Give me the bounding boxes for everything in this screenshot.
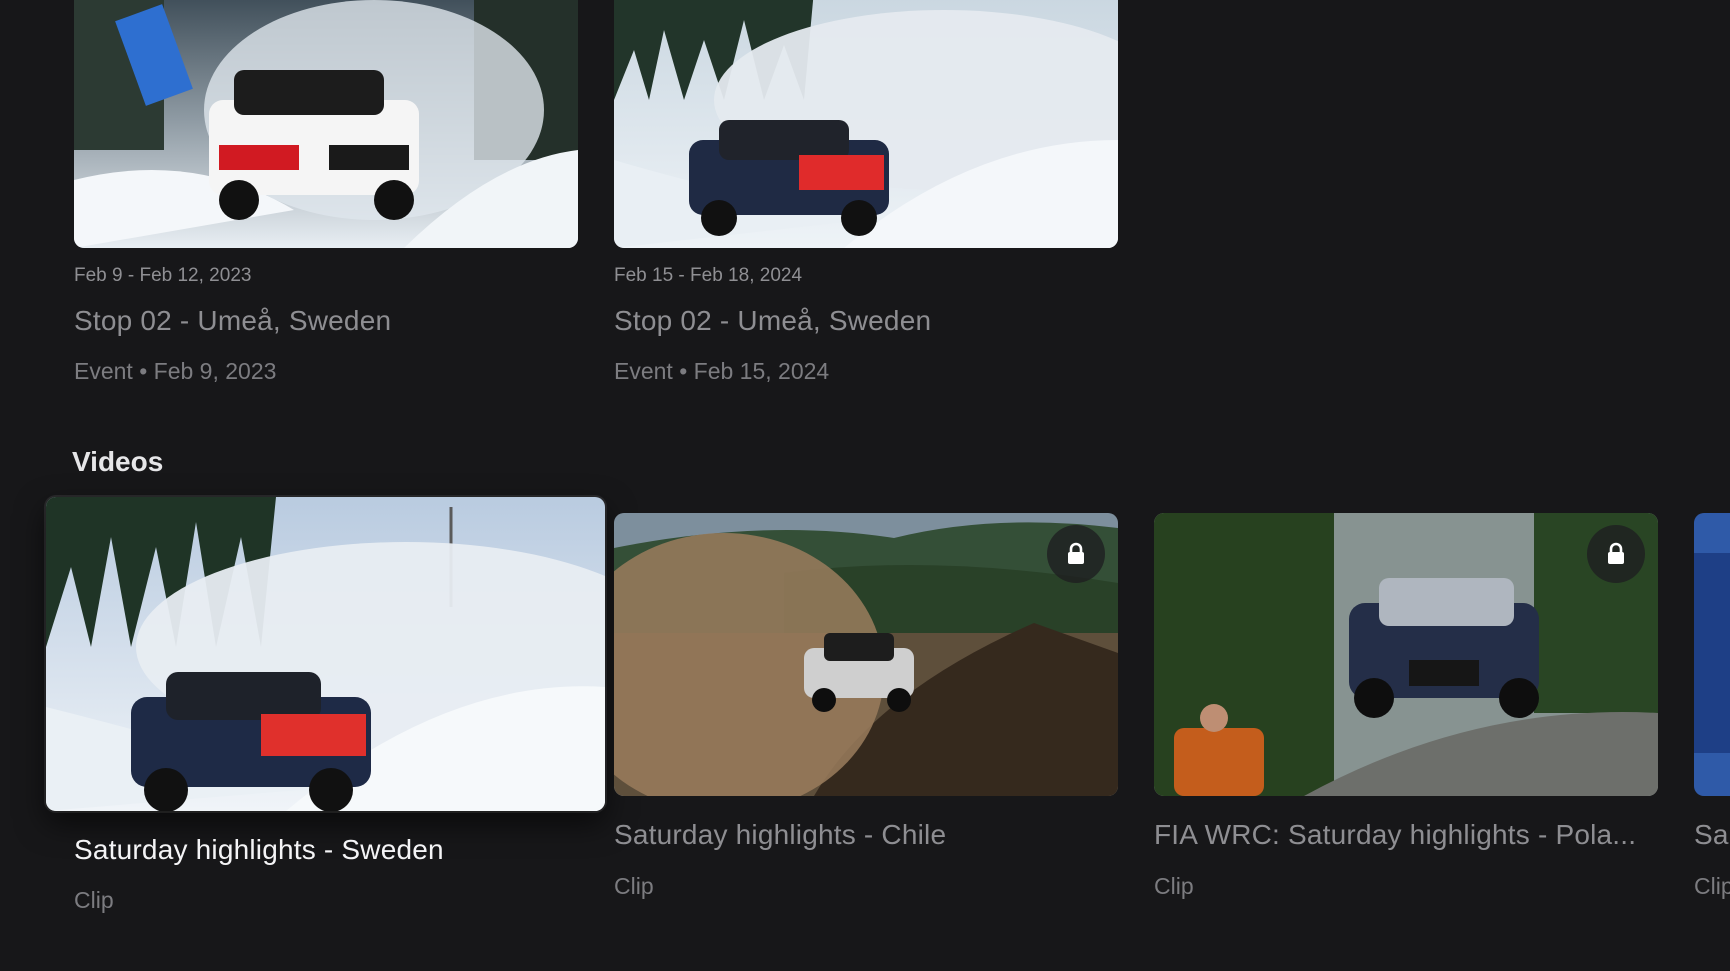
video-thumbnail-partial (1694, 513, 1730, 796)
event-date-range: Feb 9 - Feb 12, 2023 (74, 265, 252, 286)
app-screen: Feb 9 - Feb 12, 2023 Stop 02 - Umeå, Swe… (0, 0, 1730, 971)
video-card-sweden[interactable]: Saturday highlights - Sweden Clip (46, 497, 606, 917)
video-type: Clip (1694, 873, 1730, 899)
event-title: Stop 02 - Umeå, Sweden (614, 305, 932, 336)
video-card-partial[interactable]: Sa Clip (1694, 513, 1730, 913)
event-meta: Event • Feb 9, 2023 (74, 358, 277, 384)
video-type: Clip (74, 887, 114, 913)
event-date-range: Feb 15 - Feb 18, 2024 (614, 265, 803, 286)
event-meta: Event • Feb 15, 2024 (614, 358, 830, 384)
lock-icon (1587, 525, 1645, 583)
videos-section-heading: Videos (72, 446, 164, 477)
event-card-1[interactable]: Feb 9 - Feb 12, 2023 Stop 02 - Umeå, Swe… (74, 0, 578, 390)
video-title: Saturday highlights - Sweden (74, 834, 444, 865)
video-title: FIA WRC: Saturday highlights - Pola... (1154, 819, 1637, 850)
video-title: Sa (1694, 819, 1729, 850)
video-title: Saturday highlights - Chile (614, 819, 947, 850)
video-thumbnail-sweden (46, 497, 605, 811)
thumbnail-dim-overlay (614, 513, 1118, 796)
video-card-poland[interactable]: FIA WRC: Saturday highlights - Pola... C… (1154, 513, 1658, 913)
event-card-2[interactable]: Feb 15 - Feb 18, 2024 Stop 02 - Umeå, Sw… (614, 0, 1118, 390)
lock-icon (1047, 525, 1105, 583)
video-thumbnail-poland (1154, 513, 1658, 796)
video-card-chile[interactable]: Saturday highlights - Chile Clip (614, 513, 1118, 913)
video-type: Clip (1154, 873, 1194, 899)
event-thumbnail-1 (74, 0, 578, 248)
thumbnail-dim-overlay (1154, 513, 1658, 796)
event-title: Stop 02 - Umeå, Sweden (74, 305, 392, 336)
video-thumbnail-chile (614, 513, 1118, 796)
event-thumbnail-2 (614, 0, 1118, 248)
video-type: Clip (614, 873, 654, 899)
